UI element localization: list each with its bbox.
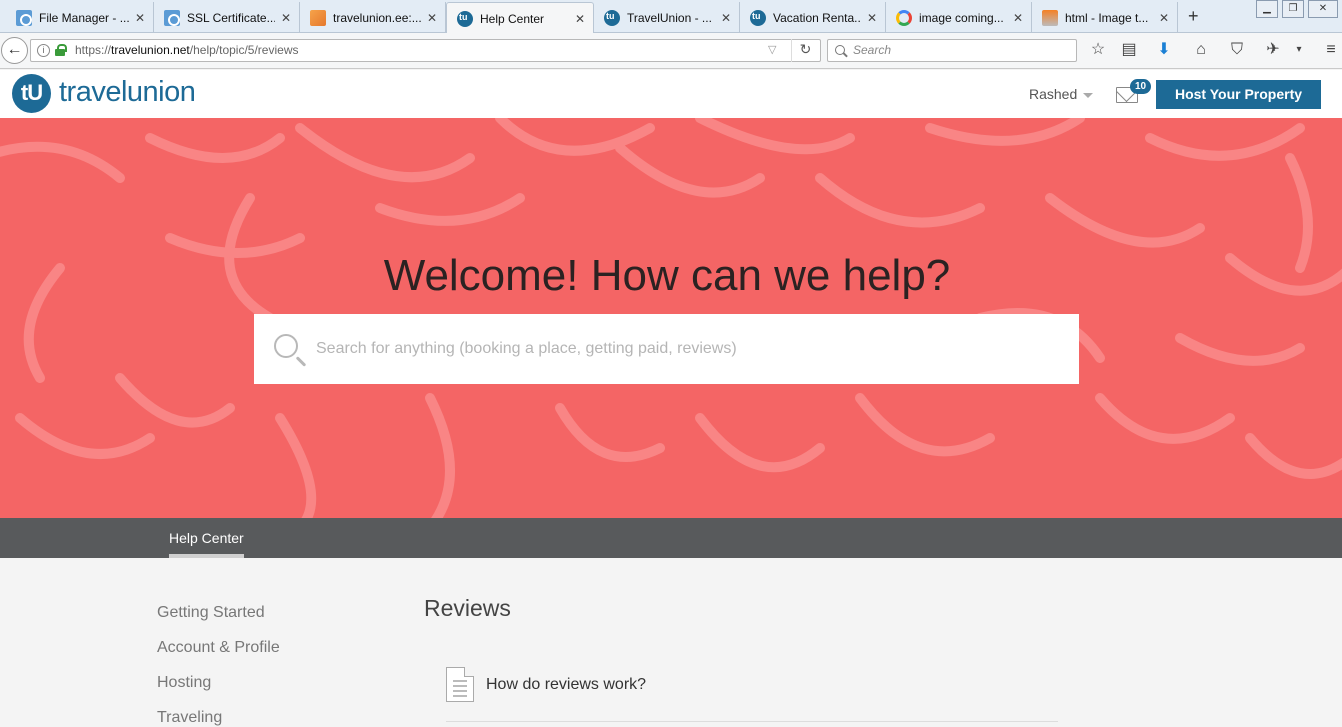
hamburger-menu-icon[interactable]: ≡ [1322,41,1340,59]
section-nav: Help Center [0,518,1342,558]
site-header: tU travelunion Rashed 10 Host Your Prope… [0,70,1342,118]
tab-title: image coming... [919,10,1004,25]
browser-tab-bar: File Manager - ... ✕ SSL Certificate... … [0,0,1342,34]
info-icon[interactable]: i [37,44,50,57]
search-icon [274,334,298,358]
close-icon[interactable]: ✕ [1159,11,1169,25]
browser-tab[interactable]: html - Image t... ✕ [1032,2,1178,33]
tab-title: TravelUnion - ... [627,10,712,25]
list-item[interactable]: How do reviews work? [446,667,1058,722]
close-icon[interactable]: ✕ [867,11,877,25]
hero-banner: Welcome! How can we help? [0,118,1342,518]
download-icon[interactable]: ⬇ [1155,41,1173,59]
reload-icon[interactable]: ↻ [791,39,819,62]
browser-tab[interactable]: TravelUnion - ... ✕ [594,2,740,33]
back-button[interactable]: ← [1,37,28,64]
search-icon [835,45,845,55]
stackoverflow-icon [1042,9,1058,26]
user-menu[interactable]: Rashed [1029,86,1094,102]
tab-title: SSL Certificate... [187,10,275,25]
page-title: Reviews [424,595,511,621]
article-link[interactable]: How do reviews work? [486,676,646,694]
extension-menu-icon[interactable]: ▾ [1290,41,1308,59]
logo-icon[interactable]: tU [12,74,51,113]
sidebar-item-getting-started[interactable]: Getting Started [157,604,265,622]
reading-list-icon[interactable]: ▤ [1120,41,1138,59]
tab-title: travelunion.ee:... [333,10,421,25]
help-search-input[interactable] [316,332,1056,366]
search-placeholder: Search [853,43,892,57]
tab-title: html - Image t... [1065,10,1149,25]
url-text[interactable]: https://travelunion.net/help/topic/5/rev… [75,40,299,61]
chevron-down-icon [1083,92,1094,98]
sidebar-item-account-profile[interactable]: Account & Profile [157,639,280,657]
cpanel-icon [164,9,180,26]
user-name: Rashed [1029,86,1078,102]
home-icon[interactable]: ⌂ [1192,41,1210,59]
cpanel-icon [16,9,32,26]
browser-tab[interactable]: Vacation Renta... ✕ [740,2,886,33]
travelunion-icon [604,9,620,26]
dropdown-icon[interactable]: ▽ [768,40,776,61]
sidebar-item-hosting[interactable]: Hosting [157,674,211,692]
close-icon[interactable]: ✕ [135,11,145,25]
browser-nav-bar: ← i https://travelunion.net/help/topic/5… [0,33,1342,69]
close-icon[interactable]: ✕ [427,11,437,25]
phpmyadmin-icon [310,9,326,26]
url-path: /help/topic/5/reviews [189,43,299,57]
pocket-icon[interactable]: ⛉ [1228,41,1246,59]
travelunion-icon [750,9,766,26]
minimize-icon[interactable]: ▁ [1256,0,1278,18]
tab-title: File Manager - ... [39,10,129,25]
tab-title: Vacation Renta... [773,10,861,25]
address-bar[interactable]: i https://travelunion.net/help/topic/5/r… [30,39,821,62]
close-icon[interactable]: ✕ [281,11,291,25]
browser-tab[interactable]: travelunion.ee:... ✕ [300,2,446,33]
restore-icon[interactable]: ❐ [1282,0,1304,18]
url-host: travelunion.net [111,43,190,57]
extension-icon[interactable]: ✈ [1264,41,1282,59]
document-icon [446,667,474,702]
sidebar-item-traveling[interactable]: Traveling [157,709,222,727]
browser-tab[interactable]: image coming... ✕ [886,2,1032,33]
lock-icon[interactable] [55,44,67,56]
url-prefix: https:// [75,43,112,57]
logo-text[interactable]: travelunion [59,76,196,109]
browser-tab[interactable]: File Manager - ... ✕ [6,2,154,33]
tab-title: Help Center [480,11,545,26]
close-icon[interactable]: ✕ [575,12,585,26]
tab-help-center[interactable]: Help Center [169,530,244,558]
close-icon[interactable]: ✕ [1013,11,1023,25]
browser-tab-active[interactable]: Help Center ✕ [446,2,594,34]
browser-tab[interactable]: SSL Certificate... ✕ [154,2,300,33]
close-icon[interactable]: ✕ [721,11,731,25]
host-property-button[interactable]: Host Your Property [1156,80,1321,109]
new-tab-button[interactable]: + [1188,6,1199,27]
bookmark-star-icon[interactable]: ☆ [1089,41,1107,59]
mail-count-badge: 10 [1130,79,1151,94]
google-icon [896,9,912,26]
travelunion-icon [457,10,473,27]
hero-title: Welcome! How can we help? [383,251,951,300]
browser-search-input[interactable]: Search [827,39,1077,62]
window-close-icon[interactable]: ✕ [1308,0,1338,18]
help-search-box[interactable] [254,314,1079,384]
